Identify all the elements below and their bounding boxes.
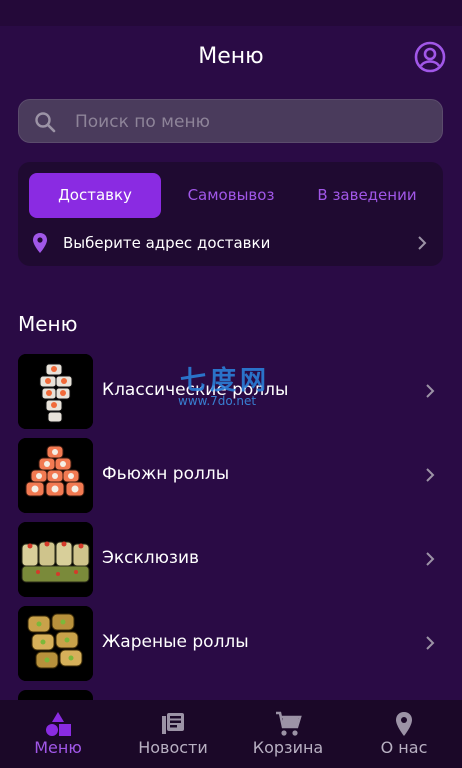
header: Меню: [0, 26, 462, 92]
profile-button[interactable]: [414, 41, 446, 73]
nav-label: Новости: [138, 738, 208, 757]
watermark-url: www.7do.net: [178, 394, 257, 408]
category-item-partial[interactable]: [18, 690, 443, 700]
user-profile-icon: [414, 41, 446, 73]
location-pin-icon: [396, 712, 412, 736]
category-label: Жареные роллы: [102, 632, 249, 652]
category-image: [18, 690, 93, 700]
nav-label: Корзина: [252, 738, 324, 757]
chevron-right-icon: [418, 236, 427, 250]
cart-icon: [276, 711, 302, 736]
news-icon: [162, 713, 184, 734]
tab-delivery[interactable]: Доставку: [29, 173, 161, 218]
delivery-mode-card: Доставку Самовывоз В заведении Выберите …: [18, 162, 443, 266]
shapes-icon: [46, 712, 71, 736]
category-item-fusion-rolls[interactable]: Фьюжн роллы: [18, 438, 443, 514]
watermark: 七度网 www.7do.net: [172, 360, 292, 412]
exclusive-rolls-image: [18, 522, 93, 597]
address-prompt: Выберите адрес доставки: [63, 234, 271, 252]
nav-label: Меню: [34, 738, 82, 757]
location-pin-icon: [33, 233, 47, 253]
category-label: Фьюжн роллы: [102, 464, 230, 484]
status-bar: [0, 0, 462, 26]
search-icon: [35, 112, 56, 133]
chevron-right-icon: [426, 552, 435, 566]
category-label: Эксклюзив: [102, 548, 200, 568]
classic-rolls-image: [18, 354, 93, 429]
tab-dine-in[interactable]: В заведении: [308, 173, 426, 218]
nav-item-cart[interactable]: Корзина: [230, 700, 346, 768]
nav-item-about[interactable]: О нас: [346, 700, 462, 768]
tab-pickup[interactable]: Самовывоз: [176, 173, 286, 218]
search-input[interactable]: [73, 100, 437, 144]
nav-item-menu[interactable]: Меню: [0, 700, 116, 768]
chevron-right-icon: [426, 468, 435, 482]
fried-rolls-image: [18, 606, 93, 681]
menu-section-title: Меню: [18, 312, 78, 336]
chevron-right-icon: [426, 384, 435, 398]
watermark-logo-text: 七度网: [180, 366, 271, 396]
nav-item-news[interactable]: Новости: [115, 700, 231, 768]
chevron-right-icon: [426, 636, 435, 650]
nav-label: О нас: [380, 738, 428, 757]
bottom-navigation: Меню Новости Корзина О нас: [0, 700, 462, 768]
category-item-fried-rolls[interactable]: Жареные роллы: [18, 606, 443, 682]
category-item-exclusive-rolls[interactable]: Эксклюзив: [18, 522, 443, 598]
search-bar[interactable]: [18, 99, 443, 144]
address-selector[interactable]: Выберите адрес доставки: [28, 228, 433, 258]
fusion-rolls-image: [18, 438, 93, 513]
page-title: Меню: [198, 44, 264, 69]
